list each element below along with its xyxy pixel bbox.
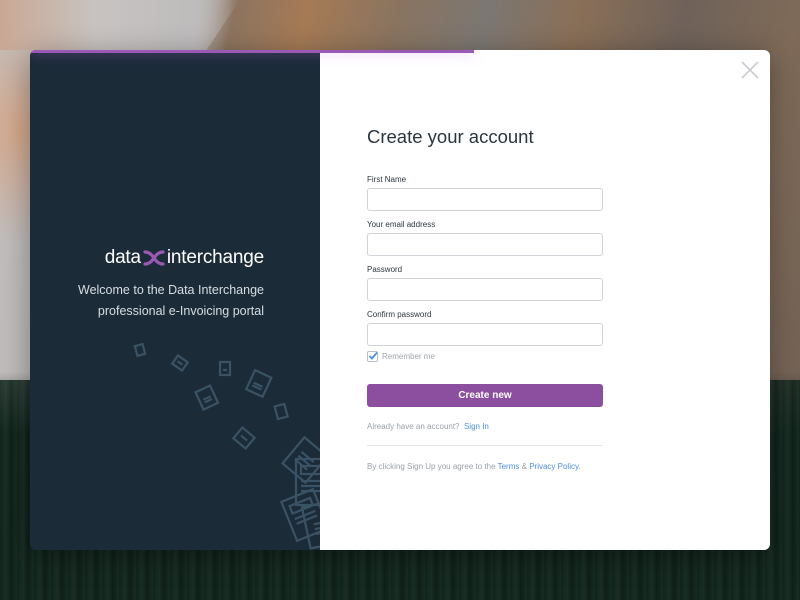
document-icon xyxy=(244,368,273,399)
already-have-account-text: Already have an account? xyxy=(367,422,460,431)
welcome-text: Welcome to the Data Interchange professi… xyxy=(78,280,264,322)
document-icon xyxy=(194,384,220,411)
email-field: Your email address xyxy=(367,220,603,256)
document-icon xyxy=(279,487,320,543)
remember-me-checkbox[interactable] xyxy=(367,351,378,362)
brand-x-icon xyxy=(143,250,165,266)
background-sky xyxy=(0,0,240,50)
first-name-input[interactable] xyxy=(367,188,603,211)
confirm-password-field: Confirm password xyxy=(367,310,603,346)
welcome-line-2: professional e-Invoicing portal xyxy=(97,304,264,318)
email-input[interactable] xyxy=(367,233,603,256)
brand-panel: data interchange Welcome to the Data Int… xyxy=(30,50,320,550)
document-icon xyxy=(133,342,147,358)
remember-me-label: Remember me xyxy=(382,352,435,361)
email-label: Your email address xyxy=(367,220,436,229)
document-icon xyxy=(231,425,257,451)
remember-me[interactable]: Remember me xyxy=(367,351,435,362)
welcome-line-1: Welcome to the Data Interchange xyxy=(78,283,264,297)
first-name-field: First Name xyxy=(367,175,603,211)
brand-word-interchange: interchange xyxy=(166,247,264,268)
divider xyxy=(367,445,603,446)
sign-in-prompt: Already have an account? Sign In xyxy=(367,422,489,431)
terms-notice: By clicking Sign Up you agree to the Ter… xyxy=(367,462,581,471)
terms-prefix: By clicking Sign Up you agree to the xyxy=(367,462,496,471)
signup-modal: data interchange Welcome to the Data Int… xyxy=(30,50,770,550)
document-icon xyxy=(218,360,232,377)
page-title: Create your account xyxy=(367,126,534,147)
terms-suffix: . xyxy=(578,462,581,471)
confirm-password-label: Confirm password xyxy=(367,310,432,319)
terms-link[interactable]: Terms xyxy=(498,462,520,471)
password-field: Password xyxy=(367,265,603,301)
password-label: Password xyxy=(367,265,403,274)
brand-word-data: data xyxy=(104,247,141,268)
progress-bar xyxy=(30,50,474,53)
checkmark-icon xyxy=(368,351,378,360)
document-icon xyxy=(170,353,190,373)
terms-amp: & xyxy=(521,462,527,471)
password-input[interactable] xyxy=(367,278,603,301)
first-name-label: First Name xyxy=(367,175,407,184)
brand-logo: data interchange xyxy=(105,247,264,269)
sign-in-link[interactable]: Sign In xyxy=(464,422,489,431)
close-icon[interactable] xyxy=(740,60,760,80)
create-account-button[interactable]: Create new xyxy=(367,384,603,407)
signup-form-panel: Create your account First Name Your emai… xyxy=(320,50,770,550)
confirm-password-input[interactable] xyxy=(367,323,603,346)
privacy-policy-link[interactable]: Privacy Policy xyxy=(529,462,578,471)
document-icon xyxy=(273,402,289,421)
